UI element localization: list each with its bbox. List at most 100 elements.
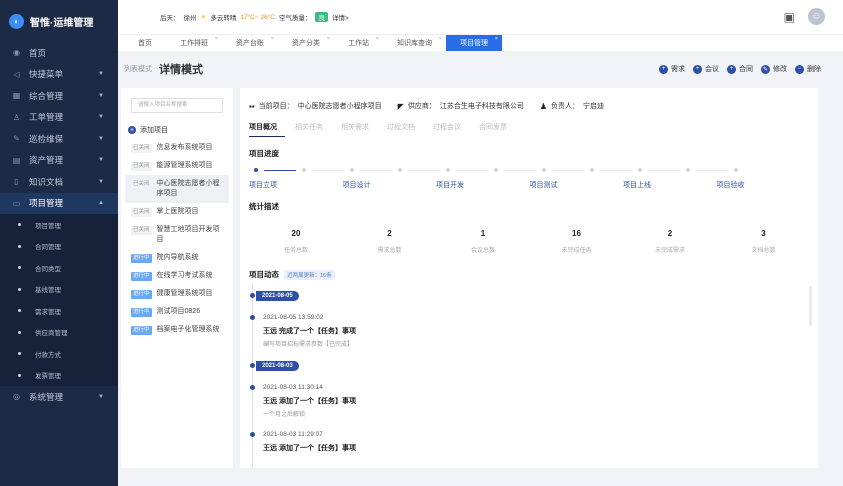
- sidebar-item-doc[interactable]: ▯ 知识文档 ▼: [0, 171, 118, 193]
- project-list-item[interactable]: 已关闭 掌上医院项目: [125, 203, 229, 221]
- sidebar-item-folder[interactable]: ▭ 项目管理 ▲: [0, 192, 118, 214]
- sidebar-item-send[interactable]: ◁ 快捷菜单 ▼: [0, 64, 118, 86]
- progress-node: [398, 168, 402, 172]
- stat-任务总数: 20 任务总数: [249, 229, 343, 254]
- project-list-item[interactable]: 已关闭 智慧工地项目开发项目: [125, 221, 229, 249]
- status-badge: 已关闭: [131, 180, 152, 189]
- tab-工作站[interactable]: 工作站 ×: [334, 35, 383, 51]
- close-icon[interactable]: ×: [327, 36, 330, 42]
- sidebar-item-tool[interactable]: ✎ 巡检维保 ▼: [0, 128, 118, 150]
- tab-知识库查询[interactable]: 知识库查询 ×: [383, 35, 446, 51]
- close-icon[interactable]: ×: [376, 36, 379, 42]
- sidebar-nav: ◉ 首页 ◁ 快捷菜单 ▼ ▦ 综合管理 ▼ ♙ 工单管理 ▼ ✎ 巡检维保 ▼ ▤ 资产管理 ▼ ▯ 知识文档 ▼ ▭…: [0, 42, 118, 408]
- sidebar-item-person[interactable]: ♙ 工单管理 ▼: [0, 107, 118, 129]
- sidebar-subitem-label: 供应商管理: [35, 330, 68, 338]
- timeline-dot: [250, 432, 255, 437]
- subtab-相关任务[interactable]: 相关任务: [295, 122, 323, 132]
- bullet-icon: [18, 352, 21, 356]
- sidebar-subitem[interactable]: 发票管理: [0, 364, 118, 386]
- sidebar-subitem[interactable]: 合同管理: [0, 235, 118, 257]
- sidebar-subitem[interactable]: 项目管理: [0, 214, 118, 236]
- tool-icon: ✎: [13, 134, 20, 144]
- project-list-item[interactable]: 进行中 健康管理系统项目: [125, 285, 229, 303]
- owner-icon: ♟: [539, 101, 547, 111]
- subtab-过程会议[interactable]: 过程会议: [433, 122, 461, 132]
- sidebar-item-home[interactable]: ◉ 首页: [0, 42, 118, 64]
- subtab-相关需求[interactable]: 相关需求: [341, 122, 369, 132]
- app-logo[interactable]: ◐ 智惟·运维管理: [0, 0, 118, 42]
- top-bar: 后天： 徐州 ☀ 多云转晴 17°C~ 26°C 空气质量： 良 详情> ▣ ☺: [118, 0, 843, 34]
- action-bar: + 需求 + 会议 + 合同 ✎ 修改 − 删除: [659, 64, 821, 74]
- stat-value: 2: [667, 229, 673, 238]
- subtab-项目概况[interactable]: 项目概况: [249, 122, 277, 132]
- sidebar-subitem[interactable]: 供应商管理: [0, 321, 118, 343]
- stat-value: 20: [291, 229, 301, 238]
- action-会议[interactable]: + 会议: [693, 64, 719, 74]
- progress-node: [542, 168, 546, 172]
- close-icon[interactable]: ×: [439, 36, 442, 42]
- tab-工作排班[interactable]: 工作排班 ×: [166, 35, 222, 51]
- timeline-date-badge: 2021-08-03: [256, 361, 299, 371]
- close-icon[interactable]: ×: [271, 36, 274, 42]
- progress-segment: [600, 169, 632, 171]
- progress-segment: [408, 169, 440, 171]
- sidebar-item-grid[interactable]: ▦ 综合管理 ▼: [0, 85, 118, 107]
- project-list-item[interactable]: 进行中 档案电子化管理系统: [125, 321, 229, 339]
- progress-step-label: 项目测试: [529, 182, 558, 189]
- sidebar-subitem[interactable]: 合同类型: [0, 257, 118, 279]
- progress-node: [638, 168, 642, 172]
- stats-title: 统计描述: [249, 202, 279, 211]
- sidebar-item-settings[interactable]: ◎ 系统管理 ▼: [0, 386, 118, 408]
- project-list-item[interactable]: 已关闭 信息发布系统项目: [125, 139, 229, 157]
- progress-node: [302, 168, 306, 172]
- user-avatar-icon[interactable]: ☺: [808, 8, 825, 25]
- close-icon[interactable]: ×: [495, 36, 498, 42]
- project-list-item[interactable]: 进行中 在线学习考试系统: [125, 267, 229, 285]
- bullet-icon: [18, 330, 21, 334]
- stat-label: 会议总数: [470, 248, 495, 254]
- action-修改[interactable]: ✎ 修改: [761, 64, 787, 74]
- sidebar-subitem[interactable]: 基线管理: [0, 278, 118, 300]
- progress-title: 项目进度: [249, 149, 279, 158]
- tab-label: 资产分类: [292, 40, 320, 47]
- status-badge: 进行中: [131, 326, 152, 335]
- action-需求[interactable]: + 需求: [659, 64, 685, 74]
- progress-segment: [264, 169, 296, 171]
- action-label: 删除: [807, 66, 821, 73]
- subtab-合同发票[interactable]: 合同发票: [479, 122, 507, 132]
- sidebar-item-box[interactable]: ▤ 资产管理 ▼: [0, 150, 118, 172]
- project-list-item[interactable]: 已关闭 能源管理系统项目: [125, 157, 229, 175]
- add-project-button[interactable]: + 添加项目: [128, 125, 168, 135]
- weather-detail-link[interactable]: 详情>: [332, 12, 349, 22]
- sidebar-item-label: 知识文档: [29, 176, 64, 187]
- sidebar-item-label: 项目管理: [29, 198, 64, 209]
- close-icon[interactable]: ×: [215, 36, 218, 42]
- stat-value: 16: [572, 229, 581, 238]
- action-合同[interactable]: + 合同: [727, 64, 753, 74]
- project-name: 健康管理系统项目: [156, 290, 213, 297]
- project-list-item[interactable]: 进行中 测试项目0826: [125, 303, 229, 321]
- weather-text: 多云转晴: [210, 15, 237, 22]
- project-list-item[interactable]: 进行中 院内导航系统: [125, 249, 229, 267]
- action-label: 会议: [705, 66, 719, 73]
- chevron-down-icon: ▼: [98, 114, 104, 121]
- list-mode-link[interactable]: 列表模式: [124, 64, 152, 74]
- sidebar-subitem[interactable]: 需求管理: [0, 300, 118, 322]
- tab-项目管理[interactable]: 项目管理 ×: [446, 35, 502, 51]
- tab-资产台账[interactable]: 资产台账 ×: [222, 35, 278, 51]
- timeline-scrollbar[interactable]: [809, 286, 812, 326]
- tab-资产分类[interactable]: 资产分类 ×: [278, 35, 334, 51]
- progress-segment: [312, 169, 344, 171]
- action-删除[interactable]: − 删除: [795, 64, 821, 74]
- project-name: 信息发布系统项目: [156, 144, 213, 151]
- project-search-input[interactable]: 请输入项目名称搜索: [131, 98, 223, 113]
- message-icon[interactable]: ▣: [784, 10, 795, 24]
- sidebar-subitem[interactable]: 付款方式: [0, 343, 118, 365]
- tab-bar: 首页 工作排班 × 资产台账 × 资产分类 × 工作站 × 知识库查询 × 项目管理 ×: [118, 34, 843, 51]
- project-name: 能源管理系统项目: [156, 162, 213, 169]
- project-list-item[interactable]: 已关闭 中心医院志愿者小程序项目: [125, 175, 229, 203]
- stat-会议总数: 1 会议总数: [436, 229, 530, 254]
- subtab-过程文档[interactable]: 过程文档: [387, 122, 415, 132]
- tab-首页[interactable]: 首页: [124, 35, 166, 51]
- stat-label: 未完成任务: [561, 248, 592, 254]
